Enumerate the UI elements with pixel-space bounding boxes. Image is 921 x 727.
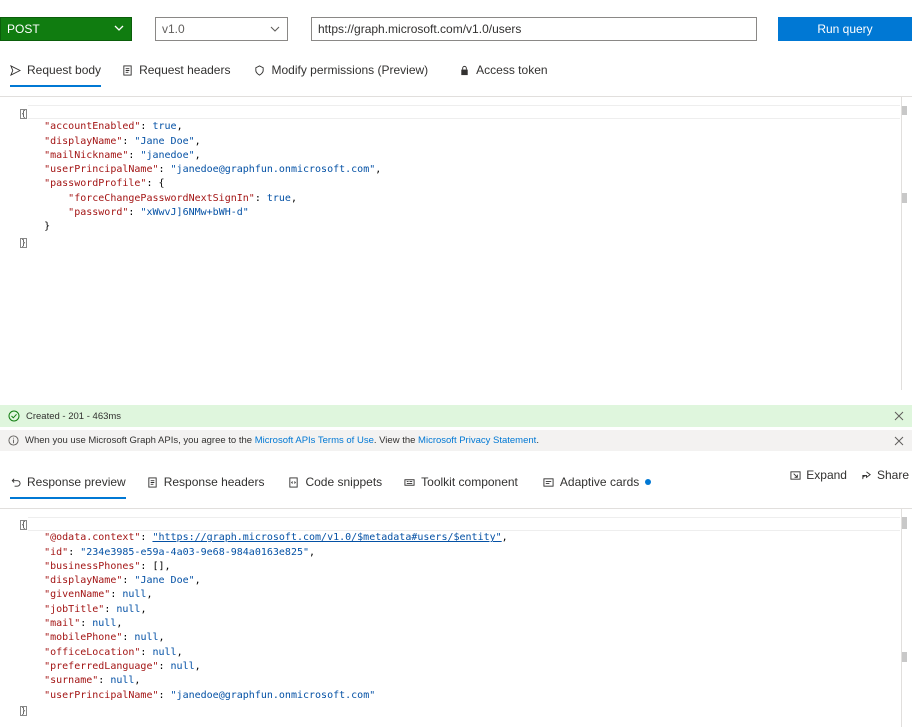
http-method-value: POST [7,22,40,36]
response-body-code: { "@odata.context": "https://graph.micro… [20,517,900,717]
share-button[interactable]: Share [861,468,909,482]
tab-label: Access token [476,63,548,77]
close-icon[interactable] [894,411,904,421]
url-value: https://graph.microsoft.com/v1.0/users [318,22,522,36]
info-icon [8,435,19,446]
expand-label: Expand [806,468,847,482]
code-line: "mail": null, [44,618,123,630]
fold-toggle[interactable]: { [20,109,27,119]
code-line: { [20,517,900,531]
code-line: "givenName": null, [44,589,153,601]
code-line: "businessPhones": [], [44,560,171,572]
odata-context-link[interactable]: "https://graph.microsoft.com/v1.0/$metad… [152,532,501,543]
response-actions: Expand Share [790,468,909,482]
tab-label: Modify permissions (Preview) [271,63,429,77]
code-line: "userPrincipalName": "janedoe@graphfun.o… [44,689,376,701]
tab-adaptive-cards[interactable]: Adaptive cards [543,469,652,495]
tab-response-preview[interactable]: Response preview [10,469,126,499]
code-line: "surname": null, [44,675,141,687]
shield-icon [255,64,265,76]
tab-label: Code snippets [305,475,383,489]
code-line: "passwordProfile": { [44,178,165,190]
code-line: "password": "xWwvJ]6NMw+bWH-d" [68,207,249,219]
code-line: "displayName": "Jane Doe", [44,135,201,147]
chevron-down-icon [270,26,280,32]
fold-toggle[interactable]: } [20,237,27,248]
code-line: "jobTitle": null, [44,603,147,615]
code-line: "forceChangePasswordNextSignIn": true, [68,192,297,204]
lock-icon [461,65,468,75]
document-icon [123,64,132,76]
card-icon [543,477,554,487]
code-line: } [20,703,900,717]
code-line: } [20,235,900,249]
fold-toggle[interactable]: } [20,705,27,716]
share-label: Share [876,468,909,482]
fold-toggle[interactable]: { [20,520,27,530]
status-bar: Created - 201 - 463ms [0,405,912,427]
expand-icon [790,470,801,480]
response-preview-editor[interactable]: { "@odata.context": "https://graph.micro… [0,508,912,727]
http-method-select[interactable]: POST [0,17,132,41]
code-line: "accountEnabled": true, [44,121,183,133]
tab-request-body[interactable]: Request body [10,57,102,87]
close-icon[interactable] [894,436,904,446]
tab-label: Request body [27,63,102,77]
tab-label: Request headers [139,63,231,77]
code-line: "id": "234e3985-e59a-4a03-9e68-984a0163e… [44,546,316,558]
code-line: "mobilePhone": null, [44,632,165,644]
editor-divider [901,97,902,390]
chevron-down-icon [114,25,124,31]
response-tabs: Response preview Response headers Code s… [10,469,652,499]
code-line: "userPrincipalName": "janedoe@graphfun.o… [44,164,382,176]
code-icon [289,476,299,488]
send-icon [10,64,21,76]
document-icon [148,476,157,488]
status-text: Created - 201 - 463ms [26,410,122,422]
expand-button[interactable]: Expand [790,468,847,482]
editor-divider [901,509,902,727]
tab-modify-permissions[interactable]: Modify permissions (Preview) [254,57,428,83]
info-bar: When you use Microsoft Graph APIs, you a… [0,430,912,451]
code-line: "mailNickname": "janedoe", [44,149,201,161]
tab-code-snippets[interactable]: Code snippets [288,469,382,495]
tab-label: Response preview [27,475,126,489]
run-query-button[interactable]: Run query [778,17,912,41]
code-line: "officeLocation": null, [44,646,183,658]
tab-label: Toolkit component [421,475,518,489]
version-select[interactable]: v1.0 [155,17,288,41]
tab-label: Response headers [163,475,265,489]
code-line: } [20,221,51,233]
code-line: "@odata.context": "https://graph.microso… [44,532,508,544]
tab-request-headers[interactable]: Request headers [122,57,230,83]
tab-label: Adaptive cards [559,475,640,489]
undo-icon [11,478,21,487]
privacy-link[interactable]: Microsoft Privacy Statement [418,435,536,446]
request-body-code: { "accountEnabled": true, "displayName":… [20,106,900,249]
new-indicator-dot [645,479,652,485]
check-circle-icon [8,410,20,422]
share-icon [862,470,871,479]
code-line: "preferredLanguage": null, [44,660,201,672]
terms-link[interactable]: Microsoft APIs Terms of Use [255,435,374,446]
info-text: When you use Microsoft Graph APIs, you a… [25,435,539,446]
tab-response-headers[interactable]: Response headers [147,469,265,495]
version-value: v1.0 [162,22,185,36]
tab-access-token[interactable]: Access token [459,57,548,83]
code-line: "displayName": "Jane Doe", [44,575,201,587]
code-line: { [20,106,900,120]
url-input[interactable]: https://graph.microsoft.com/v1.0/users [311,17,757,41]
tab-toolkit-component[interactable]: Toolkit component [404,469,518,495]
toolkit-icon [404,478,415,486]
request-tabs: Request body Request headers Modify perm… [10,57,548,87]
request-body-editor[interactable]: { "accountEnabled": true, "displayName":… [0,96,912,390]
